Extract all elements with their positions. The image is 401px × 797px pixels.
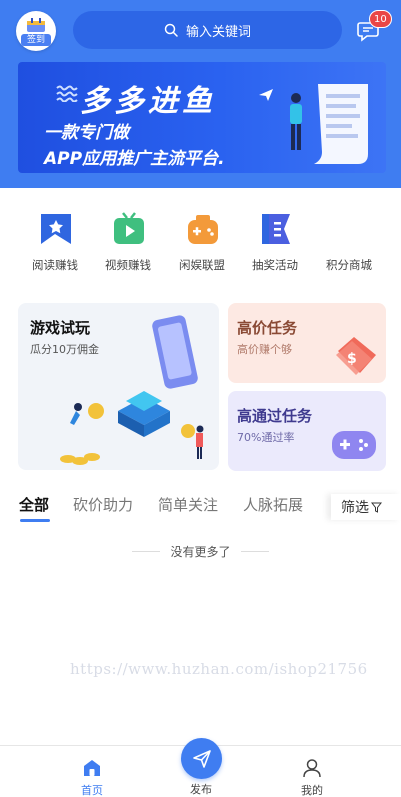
card-title: 高通过任务 bbox=[237, 407, 313, 425]
card-title: 游戏试玩 bbox=[30, 319, 91, 337]
flag-icon bbox=[262, 214, 290, 244]
category-lottery[interactable]: 抽奖活动 bbox=[240, 212, 310, 276]
video-tv-icon bbox=[114, 212, 144, 244]
gamepad-icon bbox=[188, 215, 218, 244]
category-points-mall[interactable]: 积分商城 bbox=[314, 212, 384, 276]
home-icon bbox=[84, 760, 100, 776]
document-scroll-illustration bbox=[314, 84, 368, 164]
card-subtitle: 70%通过率 bbox=[237, 431, 295, 444]
search-placeholder: 输入关键词 bbox=[185, 24, 251, 40]
tab-network-expand[interactable]: 人脉拓展 bbox=[243, 494, 303, 515]
divider bbox=[240, 550, 269, 552]
active-tab-indicator bbox=[20, 519, 50, 522]
star-flag-icon bbox=[41, 214, 71, 244]
signin-button[interactable]: 签到 bbox=[16, 11, 56, 51]
category-leisure-alliance[interactable]: 闲娱联盟 bbox=[167, 212, 237, 276]
tab-simple-follow[interactable]: 简单关注 bbox=[158, 494, 218, 515]
filter-label: 筛选 bbox=[341, 500, 369, 516]
promo-banner[interactable]: 多多进鱼 一款专门做 APP应用推广主流平台. bbox=[18, 62, 386, 173]
paper-plane-icon bbox=[259, 89, 273, 101]
card-subtitle: 高价赚个够 bbox=[237, 343, 292, 356]
search-icon bbox=[164, 23, 178, 37]
nav-mine[interactable]: 我的 bbox=[282, 756, 342, 797]
nav-home[interactable]: 首页 bbox=[62, 756, 122, 797]
category-label: 积分商城 bbox=[326, 258, 372, 272]
publish-label: 发布 bbox=[190, 783, 212, 796]
no-more-indicator: 没有更多了 bbox=[0, 542, 401, 560]
banner-headline: 多多进鱼 bbox=[80, 84, 216, 119]
nav-label: 我的 bbox=[301, 784, 323, 797]
category-label: 阅读赚钱 bbox=[32, 258, 78, 272]
category-label: 闲娱联盟 bbox=[179, 258, 225, 272]
header: 签到 输入关键词 10 多多进鱼 一款专门做 APP应用推广主流平台. bbox=[0, 0, 401, 188]
game-trial-card[interactable]: 游戏试玩 瓜分10万佣金 bbox=[18, 303, 219, 470]
gamepad-icon bbox=[332, 431, 376, 459]
card-subtitle: 瓜分10万佣金 bbox=[30, 343, 99, 356]
user-icon bbox=[303, 759, 321, 778]
paper-plane-icon bbox=[192, 749, 211, 768]
banner-line-1: 一款专门做 bbox=[44, 123, 129, 143]
waves-icon bbox=[56, 85, 78, 102]
message-badge: 10 bbox=[369, 10, 392, 28]
search-bar[interactable]: 输入关键词 bbox=[73, 11, 342, 49]
divider bbox=[132, 550, 161, 552]
category-video-earn[interactable]: 视频赚钱 bbox=[93, 212, 163, 276]
tab-bargain-help[interactable]: 砍价助力 bbox=[73, 494, 133, 515]
card-title: 高价任务 bbox=[237, 319, 298, 337]
tab-all[interactable]: 全部 bbox=[19, 494, 49, 515]
calendar-icon bbox=[27, 18, 45, 32]
category-grid: 阅读赚钱 视频赚钱 闲娱联盟 抽奖活动 积分商城 bbox=[0, 212, 401, 276]
watermark-text: https://www.huzhan.com/ishop21756 bbox=[70, 660, 368, 678]
no-more-text: 没有更多了 bbox=[170, 544, 231, 559]
funnel-icon bbox=[371, 502, 382, 513]
filter-button[interactable]: 筛选 bbox=[331, 494, 401, 520]
high-price-task-card[interactable]: 高价任务 高价赚个够 $ bbox=[228, 303, 386, 383]
publish-button[interactable] bbox=[181, 738, 222, 779]
person-illustration bbox=[290, 93, 302, 150]
category-label: 视频赚钱 bbox=[105, 258, 151, 272]
price-tag-icon: $ bbox=[336, 337, 376, 375]
category-read-earn[interactable]: 阅读赚钱 bbox=[20, 212, 90, 276]
category-label: 抽奖活动 bbox=[252, 258, 298, 272]
svg-text:$: $ bbox=[347, 351, 357, 367]
nav-label: 首页 bbox=[81, 784, 103, 797]
signin-label: 签到 bbox=[21, 34, 51, 46]
banner-line-2: APP应用推广主流平台. bbox=[44, 149, 225, 169]
high-pass-task-card[interactable]: 高通过任务 70%通过率 bbox=[228, 391, 386, 471]
